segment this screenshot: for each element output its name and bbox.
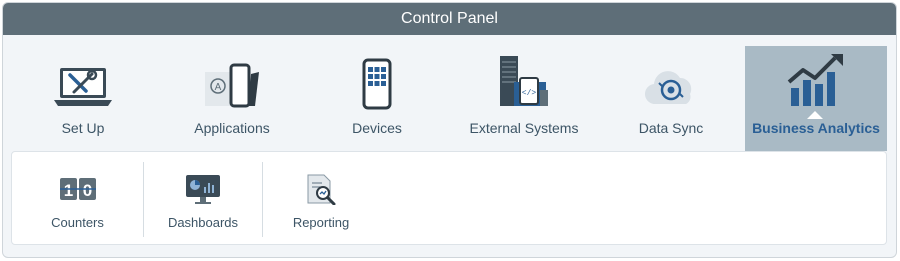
business-analytics-icon xyxy=(745,46,887,110)
submenu-item-reporting[interactable]: Reporting xyxy=(263,152,379,244)
mobile-device-icon xyxy=(309,46,445,110)
submenu-item-counters[interactable]: 1 0 Counters xyxy=(12,152,143,244)
submenu-item-label: Reporting xyxy=(292,215,350,230)
reporting-icon xyxy=(304,172,338,206)
panel-title: Control Panel xyxy=(401,10,498,27)
external-systems-icon: </> xyxy=(456,46,592,110)
active-tab-pointer xyxy=(807,111,823,119)
dashboards-icon xyxy=(184,172,222,206)
submenu-item-label: Dashboards xyxy=(167,215,239,230)
nav-item-label: Set Up xyxy=(61,120,105,136)
submenu-item-label: Counters xyxy=(51,215,104,230)
nav-item-label: Applications xyxy=(194,120,270,136)
nav-item-data-sync[interactable]: Data Sync xyxy=(603,46,739,151)
svg-text:0: 0 xyxy=(82,181,91,200)
data-sync-icon xyxy=(603,46,739,110)
applications-icon: A xyxy=(164,46,300,110)
svg-text:</>: </> xyxy=(522,89,537,98)
nav-item-business-analytics[interactable]: Business Analytics xyxy=(745,46,887,151)
submenu-item-dashboards[interactable]: Dashboards xyxy=(144,152,262,244)
nav-item-label: Devices xyxy=(352,120,402,136)
nav-item-label: Data Sync xyxy=(638,120,704,136)
nav-item-set-up[interactable]: Set Up xyxy=(15,46,151,151)
nav-item-applications[interactable]: A Applications xyxy=(164,46,300,151)
svg-text:A: A xyxy=(215,82,222,93)
submenu: 1 0 Counters Dashboards Reporting xyxy=(11,151,887,245)
nav-item-external-systems[interactable]: </> External Systems xyxy=(456,46,592,151)
svg-text:1: 1 xyxy=(63,181,72,200)
titlebar: Control Panel xyxy=(3,3,896,35)
nav-item-label: Business Analytics xyxy=(752,120,880,136)
tools-laptop-icon xyxy=(15,46,151,110)
nav-item-label: External Systems xyxy=(469,120,579,136)
counters-icon: 1 0 xyxy=(59,172,97,206)
main-nav: Set Up A Applications Devices </> Extern… xyxy=(3,35,896,151)
nav-item-devices[interactable]: Devices xyxy=(309,46,445,151)
